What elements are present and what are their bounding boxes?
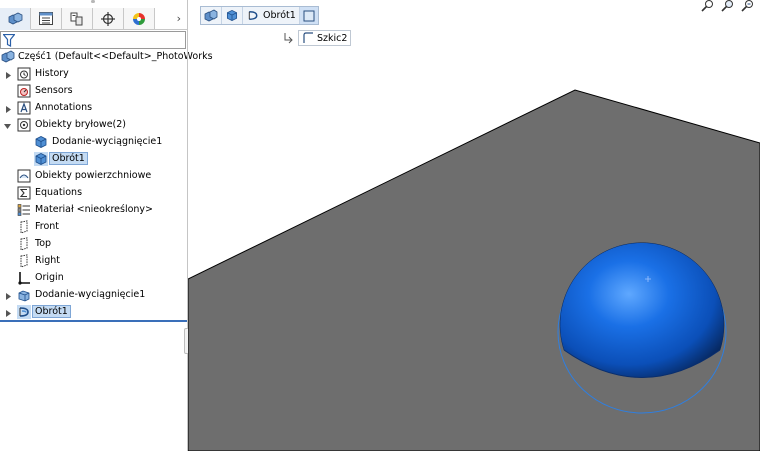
tree-item-equations[interactable]: Equations [0, 185, 187, 202]
tree-item-label: Obiekty powierzchniowe [35, 170, 152, 181]
view-toolbar [700, 0, 756, 12]
zoom-to-fit-icon[interactable] [700, 0, 716, 12]
material-icon [17, 203, 31, 217]
tree-item-label: Right [35, 255, 61, 266]
solid-bodies-folder-icon [17, 118, 31, 132]
more-tabs-chevron[interactable]: › [155, 8, 187, 30]
annotation-icon [17, 101, 31, 115]
tree-item-material[interactable]: Materiał <nieokreślony> [0, 202, 187, 219]
tree-item-label: Sensors [35, 85, 73, 96]
surface-bodies-folder-icon [17, 169, 31, 183]
panel-grip[interactable] [89, 0, 97, 5]
plane-icon [17, 254, 31, 268]
breadcrumb-sketch-label: Szkic2 [317, 32, 348, 44]
tree-item-annotations[interactable]: Annotations [0, 100, 187, 117]
previous-view-icon[interactable] [740, 0, 756, 12]
tree-item-revolve-feature[interactable]: Obrót1 [0, 304, 187, 321]
expand-arrow-icon[interactable] [4, 105, 12, 113]
tree-item-label: Dodanie-wyciągnięcie1 [35, 289, 146, 300]
filter-icon [3, 34, 15, 47]
expand-arrow-icon[interactable] [4, 71, 12, 79]
part-icon [1, 50, 15, 64]
list-icon [39, 12, 53, 25]
plane-icon [17, 237, 31, 251]
breadcrumb-part[interactable] [201, 7, 222, 24]
dimxpert-tab[interactable] [93, 8, 124, 30]
face-icon [303, 10, 315, 21]
revolve-icon [248, 11, 258, 20]
tree-item-surface-bodies[interactable]: Obiekty powierzchniowe [0, 168, 187, 185]
tree-item-top-plane[interactable]: Top [0, 236, 187, 253]
sensor-icon [17, 84, 31, 98]
breadcrumb-feature[interactable]: Obrót1 [243, 7, 300, 24]
expand-arrow-icon[interactable] [4, 309, 12, 317]
tree-root-label: Część1 (Default<<Default>_PhotoWorks [18, 51, 213, 62]
tree-item-label: History [35, 68, 69, 79]
parts-icon [8, 12, 23, 24]
revolve-icon [17, 305, 31, 319]
tree-item-label: Origin [35, 272, 64, 283]
feature-manager-panel: › Część1 (Default<<Default>_PhotoWorks H… [0, 0, 213, 451]
sub-arrow-icon [284, 33, 293, 44]
breadcrumb-body[interactable] [222, 7, 243, 24]
property-manager-tab[interactable] [31, 8, 62, 30]
tree-item-label: Obiekty bryłowe(2) [35, 119, 127, 130]
plane-icon [17, 220, 31, 234]
configuration-manager-tab[interactable] [62, 8, 93, 30]
expand-arrow-icon[interactable] [4, 292, 12, 300]
tree-item-right-plane[interactable]: Right [0, 253, 187, 270]
tree-item-label: Obrót1 [32, 305, 71, 318]
tree-item-label: Top [35, 238, 52, 249]
solid-body-icon [226, 9, 238, 22]
tree-item-body-extrude[interactable]: Dodanie-wyciągnięcie1 [0, 134, 187, 151]
origin-icon [17, 271, 31, 285]
tree-item-label: Front [35, 221, 60, 232]
solid-body-icon [34, 152, 48, 166]
crosshair-icon [101, 11, 115, 26]
tree-item-label: Obrót1 [49, 152, 88, 165]
breadcrumb-sketch-row: Szkic2 [283, 30, 352, 46]
tree-item-extrude-feature[interactable]: Dodanie-wyciągnięcie1 [0, 287, 187, 304]
color-wheel-icon [133, 12, 145, 25]
tree-root-part[interactable]: Część1 (Default<<Default>_PhotoWorks [0, 49, 213, 66]
config-icon [70, 12, 83, 25]
zoom-area-icon[interactable] [720, 0, 736, 12]
equations-icon [17, 186, 31, 200]
breadcrumb-face[interactable] [299, 7, 318, 24]
collapse-arrow-icon[interactable] [3, 122, 11, 130]
tree-item-body-revolve[interactable]: Obrót1 [0, 151, 187, 168]
history-icon [17, 67, 31, 81]
solid-body-icon [34, 135, 48, 149]
tree-filter-input[interactable] [0, 31, 186, 49]
tree-item-label: Materiał <nieokreślony> [35, 204, 153, 215]
tree-item-label: Dodanie-wyciągnięcie1 [52, 136, 163, 147]
tree-item-label: Annotations [35, 102, 93, 113]
rollback-bar[interactable] [0, 320, 187, 322]
tree-item-solid-bodies[interactable]: Obiekty bryłowe(2) [0, 117, 187, 134]
model-scene [188, 89, 760, 451]
part-icon [204, 9, 218, 22]
breadcrumb-feature-label: Obrót1 [263, 10, 296, 21]
feature-tree: Część1 (Default<<Default>_PhotoWorks His… [0, 49, 213, 321]
tree-item-origin[interactable]: Origin [0, 270, 187, 287]
tree-item-label: Equations [35, 187, 83, 198]
tree-item-front-plane[interactable]: Front [0, 219, 187, 236]
extrude-icon [17, 288, 31, 302]
manager-tab-bar: › [0, 8, 187, 30]
breadcrumb: Obrót1 [200, 6, 319, 25]
sketch-icon [303, 32, 313, 43]
feature-manager-tab[interactable] [0, 8, 31, 30]
display-manager-tab[interactable] [124, 8, 155, 30]
graphics-area[interactable] [188, 0, 760, 451]
tree-item-history[interactable]: History [0, 66, 187, 83]
breadcrumb-sketch[interactable]: Szkic2 [298, 30, 352, 46]
tree-item-sensors[interactable]: Sensors [0, 83, 187, 100]
